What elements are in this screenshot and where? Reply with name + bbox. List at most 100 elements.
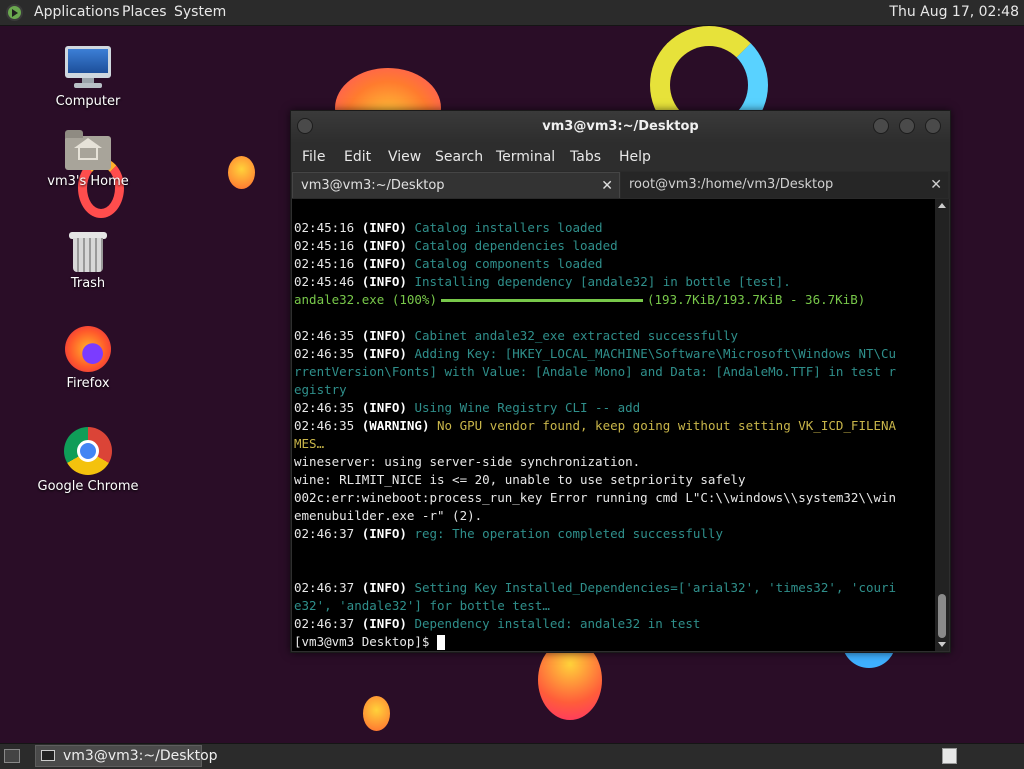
desktop-icon-computer[interactable]: Computer: [33, 46, 143, 109]
terminal-line: 02:46:35 (WARNING) No GPU vendor found, …: [294, 417, 934, 435]
line-message: e32', 'andale32'] for bottle test…: [294, 598, 550, 613]
desktop-icon-label: Firefox: [66, 376, 110, 391]
line-timestamp: 02:45:16: [294, 256, 355, 271]
line-timestamp: 02:46:35: [294, 328, 355, 343]
tab-desktop[interactable]: vm3@vm3:~/Desktop ✕: [292, 172, 620, 198]
terminal-line: wineserver: using server-side synchroniz…: [294, 453, 934, 471]
show-desktop-button[interactable]: [4, 749, 20, 763]
line-timestamp: 02:46:35: [294, 346, 355, 361]
line-timestamp: 02:45:16: [294, 238, 355, 253]
menu-edit[interactable]: Edit: [344, 143, 371, 171]
terminal-tabs: vm3@vm3:~/Desktop ✕ root@vm3:/home/vm3/D…: [291, 171, 950, 199]
menu-search[interactable]: Search: [435, 143, 483, 171]
terminal-menubar: File Edit View Search Terminal Tabs Help: [291, 143, 950, 171]
terminal-line: 02:45:46 (INFO) Installing dependency [a…: [294, 273, 934, 291]
menu-applications[interactable]: Applications: [34, 0, 120, 25]
terminal-output[interactable]: 02:45:16 (INFO) Catalog installers loade…: [292, 199, 935, 651]
text-cursor: [437, 635, 445, 650]
line-level: (INFO): [361, 580, 407, 595]
desktop-icon-label: Google Chrome: [37, 479, 139, 494]
terminal-line: 02:46:35 (INFO) Cabinet andale32_exe ext…: [294, 327, 934, 345]
line-timestamp: 02:45:46: [294, 274, 355, 289]
line-message: 002c:err:wineboot:process_run_key Error …: [294, 490, 897, 505]
menu-terminal[interactable]: Terminal: [496, 143, 555, 171]
line-message: rrentVersion\Fonts] with Value: [Andale …: [294, 364, 897, 379]
clock[interactable]: Thu Aug 17, 02:48: [889, 0, 1019, 25]
top-panel: Applications Places System Thu Aug 17, 0…: [0, 0, 1024, 26]
trash-icon: [69, 230, 107, 272]
window-menu-button[interactable]: [297, 118, 313, 134]
menu-help[interactable]: Help: [619, 143, 651, 171]
desktop-icon-chrome[interactable]: Google Chrome: [33, 427, 143, 494]
close-button[interactable]: [925, 118, 941, 134]
tab-label: root@vm3:/home/vm3/Desktop: [629, 177, 834, 192]
desktop-icon-label: vm3's Home: [47, 174, 129, 189]
shell-prompt: [vm3@vm3 Desktop]$: [294, 634, 437, 649]
terminal-line: wine: RLIMIT_NICE is <= 20, unable to us…: [294, 471, 934, 489]
terminal-line: 02:45:16 (INFO) Catalog components loade…: [294, 255, 934, 273]
close-tab-icon[interactable]: ✕: [601, 173, 613, 199]
line-message: egistry: [294, 382, 347, 397]
line-level: (INFO): [361, 328, 407, 343]
line-level: (INFO): [361, 220, 407, 235]
line-level: (INFO): [361, 274, 407, 289]
line-message: Catalog installers loaded: [414, 220, 603, 235]
menu-tabs[interactable]: Tabs: [570, 143, 601, 171]
line-timestamp: 02:45:16: [294, 220, 355, 235]
distro-logo-icon[interactable]: [6, 4, 23, 21]
line-level: (INFO): [361, 346, 407, 361]
line-message: No GPU vendor found, keep going without …: [437, 418, 897, 433]
terminal-line: egistry: [294, 381, 934, 399]
line-message: Setting Key Installed_Dependencies=['ari…: [414, 580, 897, 595]
minimize-button[interactable]: [873, 118, 889, 134]
taskbar-terminal-button[interactable]: vm3@vm3:~/Desktop: [35, 745, 218, 767]
menu-places[interactable]: Places: [122, 0, 167, 25]
terminal-line: 02:46:37 (INFO) Dependency installed: an…: [294, 615, 934, 633]
line-level: (INFO): [361, 616, 407, 631]
home-folder-icon: [65, 130, 111, 170]
terminal-line: 02:45:16 (INFO) Catalog dependencies loa…: [294, 237, 934, 255]
line-timestamp: 02:46:35: [294, 418, 355, 433]
line-message: wine: RLIMIT_NICE is <= 20, unable to us…: [294, 472, 746, 487]
computer-icon: [65, 46, 111, 90]
desktop-icon-home[interactable]: vm3's Home: [33, 130, 143, 189]
terminal-line: 02:46:37 (INFO) Setting Key Installed_De…: [294, 579, 934, 597]
scrollbar-thumb[interactable]: [938, 594, 946, 638]
workspace-switcher[interactable]: [942, 748, 957, 764]
terminal-line: 002c:err:wineboot:process_run_key Error …: [294, 489, 934, 507]
chrome-icon: [64, 427, 112, 475]
bottom-panel: vm3@vm3:~/Desktop: [0, 743, 1024, 769]
scroll-up-icon[interactable]: [938, 203, 946, 208]
desktop-icon-label: Trash: [70, 276, 106, 291]
line-level: (INFO): [361, 400, 407, 415]
maximize-button[interactable]: [899, 118, 915, 134]
terminal-icon: [41, 750, 55, 761]
close-tab-icon[interactable]: ✕: [930, 172, 942, 198]
terminal-line: [vm3@vm3 Desktop]$: [294, 633, 934, 651]
line-level: (INFO): [361, 526, 407, 541]
terminal-line: 02:45:16 (INFO) Catalog installers loade…: [294, 219, 934, 237]
terminal-line: 02:46:35 (INFO) Adding Key: [HKEY_LOCAL_…: [294, 345, 934, 363]
scrollbar[interactable]: [935, 199, 949, 651]
tab-label: vm3@vm3:~/Desktop: [301, 178, 445, 193]
line-message: Catalog dependencies loaded: [414, 238, 618, 253]
wallpaper-shape: [363, 696, 390, 731]
menu-file[interactable]: File: [302, 143, 325, 171]
desktop-icon-firefox[interactable]: Firefox: [33, 326, 143, 391]
line-level: (INFO): [361, 238, 407, 253]
scroll-down-icon[interactable]: [938, 642, 946, 647]
menu-system[interactable]: System: [174, 0, 226, 25]
terminal-window: vm3@vm3:~/Desktop File Edit View Search …: [290, 110, 951, 653]
terminal-line: rrentVersion\Fonts] with Value: [Andale …: [294, 363, 934, 381]
terminal-line: andale32.exe (100%) (193.7KiB/193.7KiB - …: [294, 291, 934, 309]
firefox-icon: [65, 326, 111, 372]
window-titlebar[interactable]: vm3@vm3:~/Desktop: [291, 111, 950, 143]
desktop-icon-trash[interactable]: Trash: [33, 230, 143, 291]
line-timestamp: 02:46:37: [294, 616, 355, 631]
terminal-line: MES…: [294, 435, 934, 453]
menu-view[interactable]: View: [388, 143, 421, 171]
tab-root[interactable]: root@vm3:/home/vm3/Desktop ✕: [621, 172, 948, 198]
line-message: Dependency installed: andale32 in test: [414, 616, 701, 631]
